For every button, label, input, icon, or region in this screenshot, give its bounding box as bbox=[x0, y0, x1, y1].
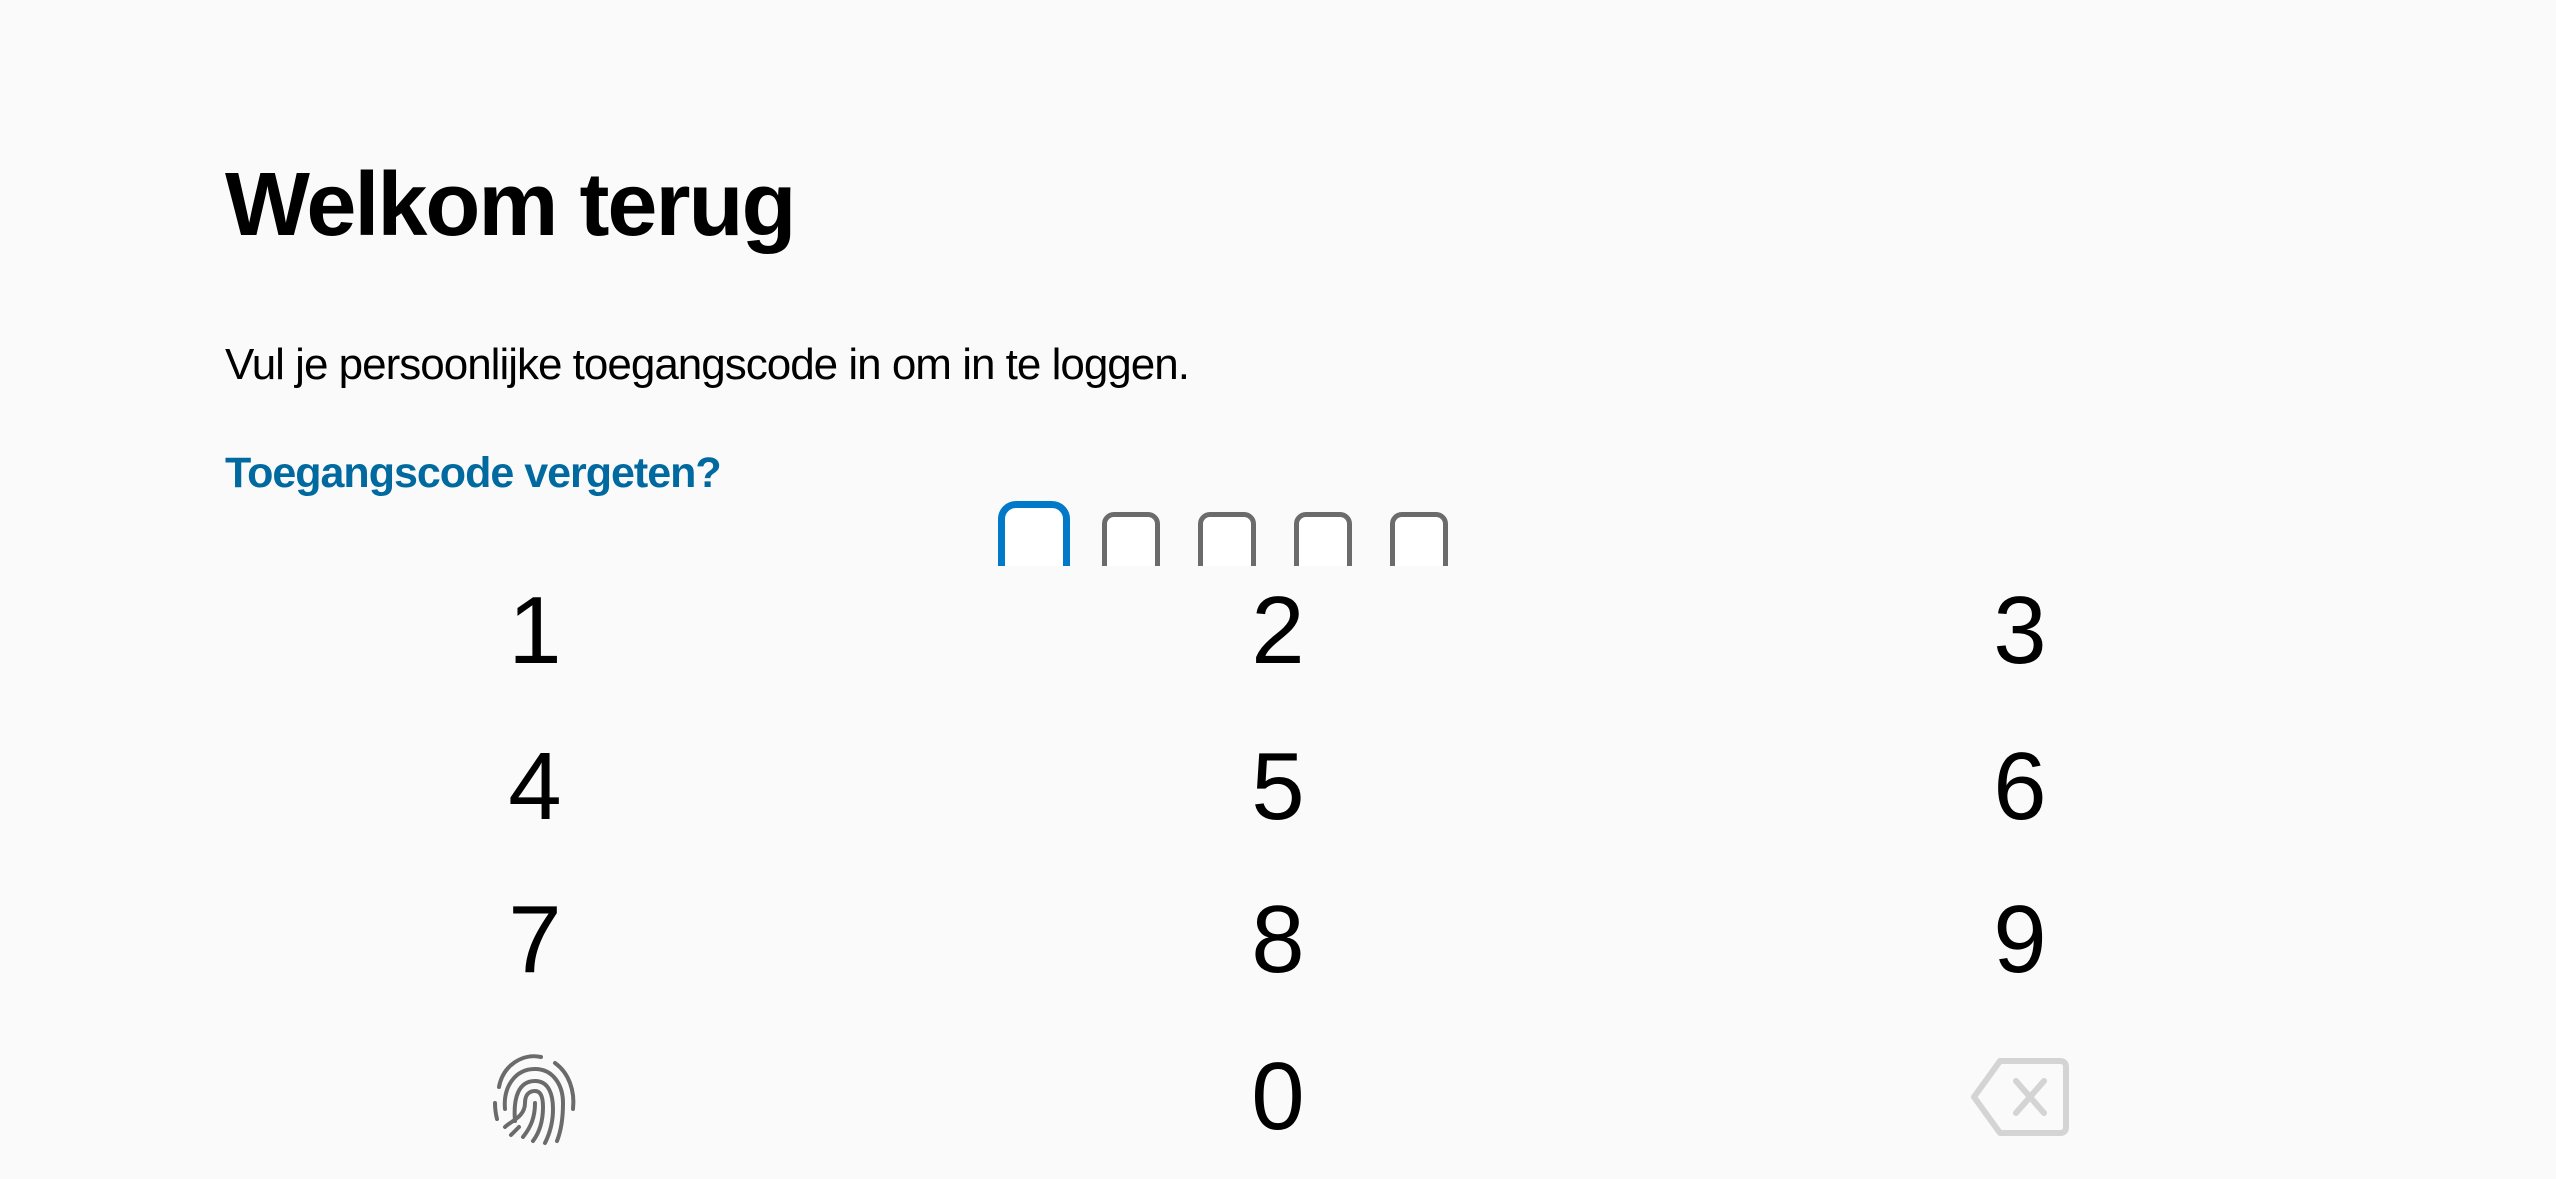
delete-button[interactable] bbox=[1870, 1027, 2170, 1167]
pin-input[interactable] bbox=[0, 500, 2556, 566]
key-3[interactable]: 3 bbox=[1870, 561, 2170, 701]
pin-digit-4[interactable] bbox=[1294, 512, 1352, 566]
key-5[interactable]: 5 bbox=[1128, 717, 1428, 857]
fingerprint-icon bbox=[493, 1054, 576, 1145]
key-7[interactable]: 7 bbox=[385, 870, 685, 1010]
backspace-icon bbox=[1971, 1058, 2069, 1136]
key-4[interactable]: 4 bbox=[385, 717, 685, 857]
page-title: Welkom terug bbox=[225, 155, 796, 255]
forgot-code-link[interactable]: Toegangscode vergeten? bbox=[225, 452, 722, 495]
pin-digit-5[interactable] bbox=[1390, 512, 1448, 566]
key-8[interactable]: 8 bbox=[1128, 870, 1428, 1010]
pin-digit-2[interactable] bbox=[1102, 512, 1160, 566]
instruction-text: Vul je persoonlijke toegangscode in om i… bbox=[225, 340, 1190, 389]
key-0[interactable]: 0 bbox=[1128, 1027, 1428, 1167]
biometric-button[interactable] bbox=[385, 1027, 685, 1167]
key-9[interactable]: 9 bbox=[1870, 870, 2170, 1010]
pin-digit-1[interactable] bbox=[998, 501, 1070, 566]
key-1[interactable]: 1 bbox=[385, 561, 685, 701]
key-6[interactable]: 6 bbox=[1870, 717, 2170, 857]
key-2[interactable]: 2 bbox=[1128, 561, 1428, 701]
pin-digit-3[interactable] bbox=[1198, 512, 1256, 566]
